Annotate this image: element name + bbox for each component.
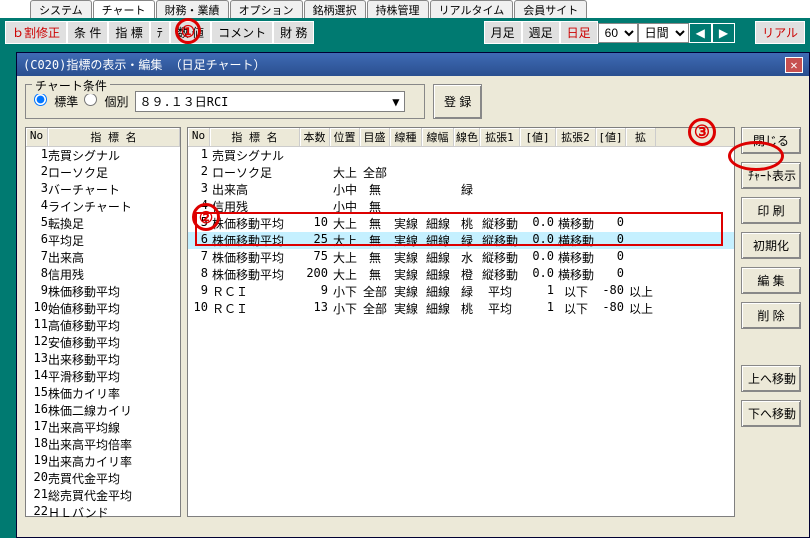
- list-item[interactable]: 6平均足: [26, 232, 180, 249]
- list-item[interactable]: 18出来高平均倍率: [26, 436, 180, 453]
- list-item[interactable]: 1売買シグナル: [26, 147, 180, 164]
- outer-tabs: システム チャート 財務・業績 オプション 銘柄選択 持株管理 リアルタイム 会…: [0, 0, 810, 18]
- table-row[interactable]: 3出来高小中無緑: [188, 181, 734, 198]
- col-header[interactable]: 線幅: [422, 128, 454, 146]
- table-row[interactable]: 2ローソク足大上全部: [188, 164, 734, 181]
- tab-stock-select[interactable]: 銘柄選択: [304, 0, 366, 18]
- list-item[interactable]: 19出来高カイリ率: [26, 453, 180, 470]
- list-item[interactable]: 17出来高平均線: [26, 419, 180, 436]
- list-item[interactable]: 20売買代金平均: [26, 470, 180, 487]
- btn-split-adjust[interactable]: ｂ割修正: [5, 21, 67, 44]
- col-header[interactable]: [値]: [596, 128, 626, 146]
- nav-next[interactable]: ▶: [712, 23, 735, 43]
- list-item[interactable]: 9株価移動平均: [26, 283, 180, 300]
- col-header[interactable]: 指 標 名: [210, 128, 300, 146]
- col-header[interactable]: No: [188, 128, 210, 146]
- move-down-button[interactable]: 下へ移動: [741, 400, 801, 427]
- btn-week[interactable]: 週足: [522, 21, 560, 44]
- btn-month[interactable]: 月足: [484, 21, 522, 44]
- list-item[interactable]: 2ローソク足: [26, 164, 180, 181]
- edit-button[interactable]: 編 集: [741, 267, 801, 294]
- legend-chart-cond: チャート条件: [32, 77, 110, 94]
- col-header[interactable]: 拡張1: [480, 128, 520, 146]
- print-button[interactable]: 印 刷: [741, 197, 801, 224]
- tab-system[interactable]: システム: [30, 0, 92, 18]
- col-header[interactable]: 本数: [300, 128, 330, 146]
- init-button[interactable]: 初期化: [741, 232, 801, 259]
- table-row[interactable]: 7株価移動平均75大上無実線細線水縦移動0.0横移動0: [188, 249, 734, 266]
- table-row[interactable]: 6株価移動平均25大上無実線細線緑縦移動0.0横移動0: [188, 232, 734, 249]
- chevron-down-icon: ▼: [392, 95, 399, 109]
- list-item[interactable]: 5転換足: [26, 215, 180, 232]
- chart-display-button[interactable]: ﾁｬｰﾄ表示: [741, 162, 801, 189]
- indicator-edit-list: No指 標 名本数位置目盛線種線幅線色拡張1[値]拡張2[値]拡 1売買シグナル…: [187, 127, 735, 517]
- combo-condition[interactable]: ８９.１３日RCI▼: [135, 91, 405, 112]
- window-title: (C020)指標の表示・編集 （日足チャート）: [23, 56, 265, 73]
- col-no[interactable]: No: [26, 128, 48, 146]
- col-header[interactable]: 線色: [454, 128, 480, 146]
- col-header[interactable]: 拡張2: [556, 128, 596, 146]
- btn-conditions[interactable]: 条 件: [67, 21, 108, 44]
- table-row[interactable]: 10ＲＣＩ13小下全部実線細線桃平均1以下-80以上: [188, 300, 734, 317]
- register-button[interactable]: 登 録: [433, 84, 482, 119]
- select-count[interactable]: 60: [598, 23, 638, 43]
- tab-member[interactable]: 会員サイト: [514, 0, 587, 18]
- list-item[interactable]: 10始値移動平均: [26, 300, 180, 317]
- list-item[interactable]: 14平滑移動平均: [26, 368, 180, 385]
- chart-condition-group: チャート条件 標準 個別 ８９.１３日RCI▼: [25, 84, 425, 119]
- list-item[interactable]: 15株価カイリ率: [26, 385, 180, 402]
- list-item[interactable]: 16株価二線カイリ: [26, 402, 180, 419]
- list-item[interactable]: 21総売買代金平均: [26, 487, 180, 504]
- list-item[interactable]: 11高値移動平均: [26, 317, 180, 334]
- right-list-body[interactable]: 1売買シグナル2ローソク足大上全部3出来高小中無緑4信用残小中無5株価移動平均1…: [188, 147, 734, 521]
- btn-day[interactable]: 日足: [560, 21, 598, 44]
- btn-finance2[interactable]: 財 務: [273, 21, 314, 44]
- col-name[interactable]: 指 標 名: [48, 128, 180, 146]
- dialog-window: (C020)指標の表示・編集 （日足チャート） ✕ チャート条件 標準 個別 ８…: [16, 52, 810, 538]
- col-header[interactable]: 線種: [390, 128, 422, 146]
- radio-standard[interactable]: 標準: [34, 93, 78, 110]
- toolbar: ｂ割修正 条 件 指 標 ﾃ 数 値 コメント 財 務 月足 週足 日足 60 …: [0, 18, 810, 47]
- btn-real[interactable]: リアル: [755, 21, 805, 44]
- list-item[interactable]: 12安値移動平均: [26, 334, 180, 351]
- btn-indicators[interactable]: 指 標: [108, 21, 149, 44]
- list-item[interactable]: 4ラインチャート: [26, 198, 180, 215]
- table-row[interactable]: 5株価移動平均10大上無実線細線桃縦移動0.0横移動0: [188, 215, 734, 232]
- col-header[interactable]: 位置: [330, 128, 360, 146]
- tab-chart[interactable]: チャート: [93, 0, 155, 18]
- tab-option[interactable]: オプション: [230, 0, 303, 18]
- tab-finance[interactable]: 財務・業績: [156, 0, 229, 18]
- table-row[interactable]: 4信用残小中無: [188, 198, 734, 215]
- indicator-master-list: No 指 標 名 1売買シグナル2ローソク足3バーチャート4ラインチャート5転換…: [25, 127, 181, 517]
- select-unit[interactable]: 日間: [638, 23, 689, 43]
- move-up-button[interactable]: 上へ移動: [741, 365, 801, 392]
- col-header[interactable]: 拡: [626, 128, 656, 146]
- btn-comment[interactable]: コメント: [211, 21, 273, 44]
- tab-realtime[interactable]: リアルタイム: [430, 0, 514, 18]
- list-item[interactable]: 3バーチャート: [26, 181, 180, 198]
- col-header[interactable]: 目盛: [360, 128, 390, 146]
- close-icon[interactable]: ✕: [785, 57, 803, 73]
- list-item[interactable]: 8信用残: [26, 266, 180, 283]
- nav-prev[interactable]: ◀: [689, 23, 712, 43]
- list-item[interactable]: 13出来移動平均: [26, 351, 180, 368]
- list-item[interactable]: 22ＨＬバンド: [26, 504, 180, 521]
- btn-values[interactable]: 数 値: [170, 21, 211, 44]
- left-list-body[interactable]: 1売買シグナル2ローソク足3バーチャート4ラインチャート5転換足6平均足7出来高…: [26, 147, 180, 521]
- list-item[interactable]: 7出来高: [26, 249, 180, 266]
- table-row[interactable]: 9ＲＣＩ9小下全部実線細線緑平均1以下-80以上: [188, 283, 734, 300]
- radio-individual[interactable]: 個別: [84, 93, 128, 110]
- col-header[interactable]: [値]: [520, 128, 556, 146]
- table-row[interactable]: 8株価移動平均200大上無実線細線橙縦移動0.0横移動0: [188, 266, 734, 283]
- tab-holdings[interactable]: 持株管理: [367, 0, 429, 18]
- btn-te[interactable]: ﾃ: [150, 21, 170, 44]
- titlebar: (C020)指標の表示・編集 （日足チャート） ✕: [17, 53, 809, 76]
- delete-button[interactable]: 削 除: [741, 302, 801, 329]
- button-column: 閉じる ﾁｬｰﾄ表示 印 刷 初期化 編 集 削 除 上へ移動 下へ移動: [741, 127, 801, 517]
- table-row[interactable]: 1売買シグナル: [188, 147, 734, 164]
- close-button[interactable]: 閉じる: [741, 127, 801, 154]
